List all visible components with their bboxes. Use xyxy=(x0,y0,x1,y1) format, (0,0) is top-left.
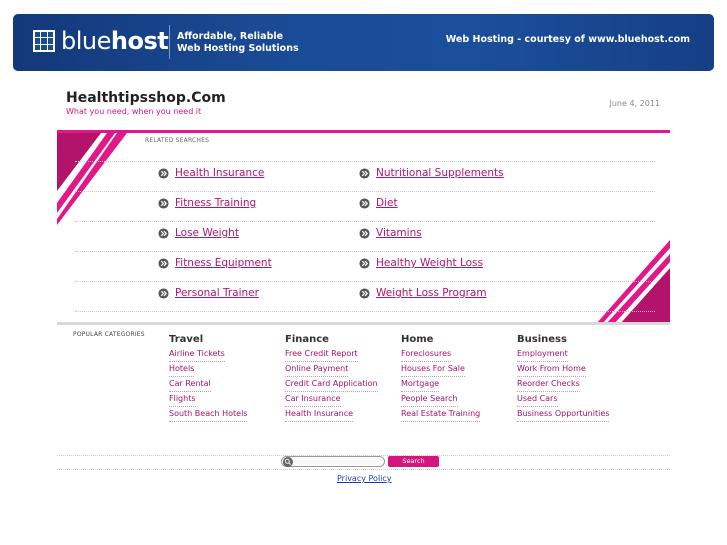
related-search-item[interactable]: Personal Trainer xyxy=(158,287,259,299)
arrow-right-icon xyxy=(359,197,370,209)
row-divider xyxy=(75,221,655,222)
arrow-right-icon xyxy=(359,287,370,299)
related-search-link[interactable]: Healthy Weight Loss xyxy=(376,257,483,269)
related-search-item[interactable]: Fitness Training xyxy=(158,197,256,209)
related-search-item[interactable]: Fitness Equipment xyxy=(158,257,272,269)
category-home: Home Foreclosures Houses For Sale Mortga… xyxy=(401,334,481,422)
category-link[interactable]: Work From Home xyxy=(517,362,586,377)
site-tagline: What you need, when you need it xyxy=(66,107,202,116)
related-search-link[interactable]: Diet xyxy=(376,197,398,209)
category-finance: Finance Free Credit Report Online Paymen… xyxy=(285,334,378,422)
category-link[interactable]: Mortgage xyxy=(401,377,440,392)
category-link[interactable]: Health Insurance xyxy=(285,407,354,422)
category-title: Home xyxy=(401,334,434,345)
related-search-link[interactable]: Health Insurance xyxy=(175,167,264,179)
bluehost-grid-icon xyxy=(33,30,55,52)
category-link[interactable]: Free Credit Report xyxy=(285,347,358,362)
arrow-right-icon xyxy=(158,257,169,269)
related-search-link[interactable]: Lose Weight xyxy=(175,227,239,239)
search-icon xyxy=(283,457,293,467)
row-divider xyxy=(75,191,655,192)
related-search-item[interactable]: Health Insurance xyxy=(158,167,264,179)
category-title: Finance xyxy=(285,334,329,345)
related-search-item[interactable]: Nutritional Supplements xyxy=(359,167,504,179)
category-title: Travel xyxy=(169,334,204,345)
related-search-item[interactable]: Healthy Weight Loss xyxy=(359,257,483,269)
privacy-policy-link[interactable]: Privacy Policy xyxy=(337,474,392,483)
category-title: Business xyxy=(517,334,567,345)
related-search-item[interactable]: Diet xyxy=(359,197,398,209)
arrow-right-icon xyxy=(359,227,370,239)
search-divider-bottom xyxy=(57,469,670,470)
arrow-right-icon xyxy=(158,227,169,239)
category-link[interactable]: Airline Tickets xyxy=(169,347,225,362)
bluehost-banner[interactable]: bluehost Affordable, Reliable Web Hostin… xyxy=(13,14,714,71)
category-link[interactable]: Car Insurance xyxy=(285,392,341,407)
category-link[interactable]: South Beach Hotels xyxy=(169,407,248,422)
related-search-link[interactable]: Weight Loss Program xyxy=(376,287,487,299)
bluehost-logo[interactable]: bluehost xyxy=(33,27,169,55)
popular-categories-label: POPULAR CATEGORIES xyxy=(73,331,145,338)
arrow-right-icon xyxy=(359,257,370,269)
related-search-link[interactable]: Fitness Training xyxy=(175,197,256,209)
bluehost-wordmark: bluehost xyxy=(61,27,169,55)
related-search-link[interactable]: Vitamins xyxy=(376,227,422,239)
related-searches-label: RELATED SEARCHES xyxy=(145,137,210,144)
category-link[interactable]: Hotels xyxy=(169,362,195,377)
arrow-right-icon xyxy=(158,167,169,179)
site-date: June 4, 2011 xyxy=(609,99,661,108)
category-link[interactable]: Real Estate Training xyxy=(401,407,481,422)
category-link[interactable]: Reorder Checks xyxy=(517,377,580,392)
related-search-link[interactable]: Personal Trainer xyxy=(175,287,259,299)
section-divider xyxy=(57,322,670,325)
site-title: Healthtipsshop.Com xyxy=(66,90,226,106)
related-search-item[interactable]: Vitamins xyxy=(359,227,422,239)
search-button[interactable]: Search xyxy=(388,456,439,467)
category-link[interactable]: Online Payment xyxy=(285,362,349,377)
related-search-item[interactable]: Weight Loss Program xyxy=(359,287,487,299)
category-link[interactable]: Houses For Sale xyxy=(401,362,465,377)
banner-tagline-line1: Affordable, Reliable xyxy=(177,31,284,42)
category-link[interactable]: Business Opportunities xyxy=(517,407,610,422)
category-link[interactable]: People Search xyxy=(401,392,458,407)
category-link[interactable]: Car Rental xyxy=(169,377,211,392)
related-search-link[interactable]: Fitness Equipment xyxy=(175,257,272,269)
arrow-right-icon xyxy=(359,167,370,179)
row-divider xyxy=(75,311,655,312)
category-link[interactable]: Used Cars xyxy=(517,392,558,407)
banner-tagline: Affordable, Reliable Web Hosting Solutio… xyxy=(177,31,299,55)
related-search-item[interactable]: Lose Weight xyxy=(158,227,239,239)
row-divider xyxy=(75,161,655,162)
header-divider xyxy=(57,130,670,133)
row-divider xyxy=(75,251,655,252)
category-link[interactable]: Employment xyxy=(517,347,568,362)
row-divider xyxy=(75,281,655,282)
banner-divider xyxy=(169,25,170,59)
arrow-right-icon xyxy=(158,197,169,209)
category-link[interactable]: Flights xyxy=(169,392,196,407)
left-stripes-decoration xyxy=(57,133,127,225)
category-travel: Travel Airline Tickets Hotels Car Rental… xyxy=(169,334,248,422)
category-business: Business Employment Work From Home Reord… xyxy=(517,334,610,422)
banner-tagline-line2: Web Hosting Solutions xyxy=(177,43,299,54)
search-input[interactable] xyxy=(281,456,385,467)
category-link[interactable]: Foreclosures xyxy=(401,347,452,362)
arrow-right-icon xyxy=(158,287,169,299)
category-link[interactable]: Credit Card Application xyxy=(285,377,378,392)
banner-courtesy-text[interactable]: Web Hosting - courtesy of www.bluehost.c… xyxy=(446,34,690,45)
related-search-link[interactable]: Nutritional Supplements xyxy=(376,167,504,179)
